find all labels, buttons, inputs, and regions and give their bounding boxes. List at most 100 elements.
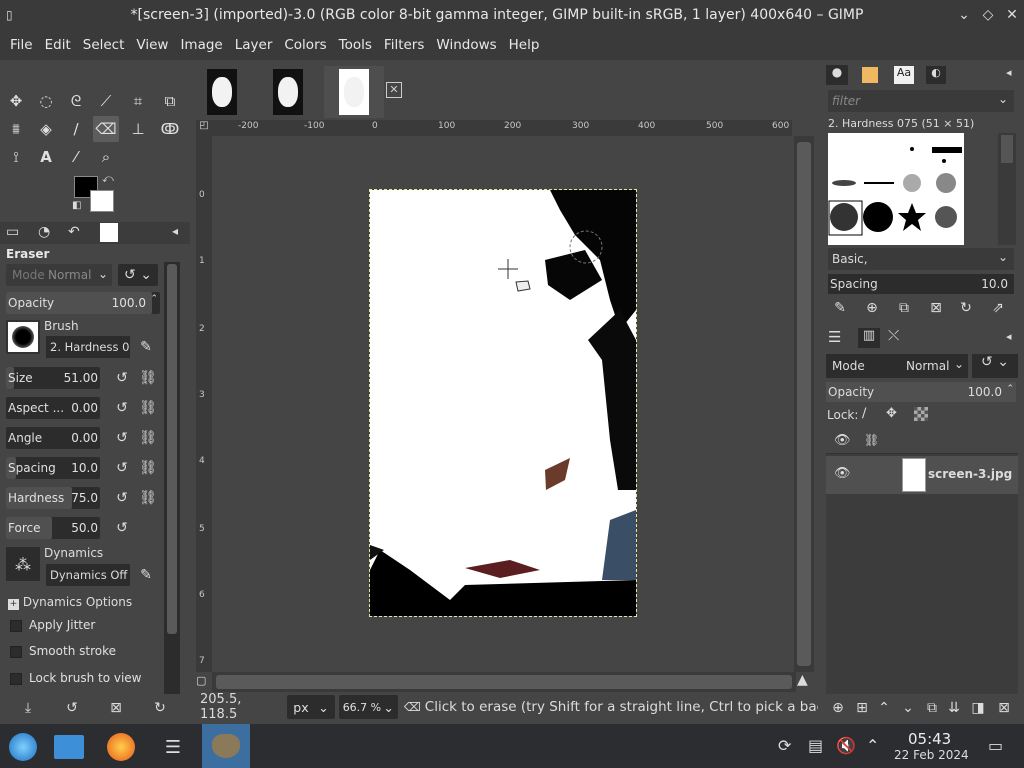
color-picker-icon[interactable]: ⁄ xyxy=(63,144,89,170)
new-layer-group-icon[interactable]: ⊞ xyxy=(850,696,874,720)
layer-mask-icon[interactable]: ◨ xyxy=(966,696,990,720)
ellipse-select-icon[interactable]: ◌ xyxy=(33,88,59,114)
brush-tag-dropdown[interactable]: Basic, ⌄ xyxy=(828,248,1014,270)
default-colors-icon[interactable]: ◧ xyxy=(72,200,81,211)
menu-colors[interactable]: Colors xyxy=(278,37,332,53)
spacing-slider[interactable]: Spacing 10.0 xyxy=(6,457,100,479)
size-reset-icon[interactable]: ↺ xyxy=(112,367,132,389)
lock-alpha-icon[interactable] xyxy=(914,407,928,421)
tool-options-scrollbar[interactable] xyxy=(164,262,180,694)
layers-list[interactable]: 👁 ⛓ 👁 screen-3.jpg xyxy=(826,430,1018,694)
smooth-stroke-checkbox[interactable] xyxy=(10,646,22,658)
menu-image[interactable]: Image xyxy=(174,37,228,53)
vertical-ruler[interactable]: 0 1 2 3 4 5 6 7 xyxy=(196,136,212,672)
angle-link-icon[interactable]: ⛓ xyxy=(138,427,158,449)
quick-mask-icon[interactable]: ▢ xyxy=(196,674,212,690)
menu-tools[interactable]: Tools xyxy=(333,37,378,53)
background-color-swatch[interactable] xyxy=(90,190,114,212)
vertical-scrollbar[interactable] xyxy=(794,136,814,672)
force-reset-icon[interactable]: ↺ xyxy=(112,517,132,539)
open-brush-icon[interactable]: ⇗ xyxy=(986,296,1010,320)
refresh-brushes-icon[interactable]: ↻ xyxy=(954,296,978,320)
dynamics-name-field[interactable]: Dynamics Off xyxy=(46,564,130,586)
brushes-tab-icon[interactable]: ● xyxy=(826,65,848,85)
swap-colors-icon[interactable]: ⤺ xyxy=(102,172,114,186)
file-manager-icon[interactable] xyxy=(50,728,88,766)
eraser-tool-icon[interactable]: ⌫ xyxy=(93,116,119,142)
show-desktop-icon[interactable]: ▭ xyxy=(988,736,1003,755)
save-options-icon[interactable]: ⤓ xyxy=(18,697,38,719)
paths-tab-icon[interactable]: ⤬ xyxy=(888,328,899,344)
navigate-icon[interactable]: ▲ xyxy=(797,672,815,690)
brush-grid-scrollbar[interactable] xyxy=(998,133,1016,245)
vertical-scrollbar-thumb[interactable] xyxy=(797,142,811,666)
hardness-slider[interactable]: Hardness 75.0 xyxy=(6,487,100,509)
channels-tab-icon[interactable]: ▥ xyxy=(858,328,880,348)
close-tab-icon[interactable]: ✕ xyxy=(386,82,402,98)
lower-layer-icon[interactable]: ⌄ xyxy=(896,696,920,720)
image-tab-1[interactable] xyxy=(192,66,252,118)
apply-jitter-checkbox[interactable] xyxy=(10,620,22,632)
maximize-button[interactable]: ◇ xyxy=(976,7,1000,23)
tool-options-tab-icon[interactable]: ▭ xyxy=(6,224,19,240)
start-menu-icon[interactable] xyxy=(4,728,42,766)
hardness-reset-icon[interactable]: ↺ xyxy=(112,487,132,509)
image-tab-3[interactable] xyxy=(324,66,384,118)
clipboard-icon[interactable]: ▤ xyxy=(808,736,823,755)
force-slider[interactable]: Force 50.0 xyxy=(6,517,100,539)
mode-reset-icon[interactable]: ↺ ⌄ xyxy=(118,264,158,286)
tray-expand-icon[interactable]: ⌃ xyxy=(866,736,879,755)
menu-help[interactable]: Help xyxy=(503,37,546,53)
undo-history-tab-icon[interactable]: ↶ xyxy=(68,224,80,240)
new-brush-icon[interactable]: ⊕ xyxy=(860,296,884,320)
fonts-tab-icon[interactable]: Aa xyxy=(894,66,914,84)
image-tab-2[interactable] xyxy=(258,66,318,118)
angle-slider[interactable]: Angle 0.00 xyxy=(6,427,100,449)
paintbrush-icon[interactable]: ∕ xyxy=(63,116,89,142)
horizontal-ruler[interactable]: -200 -100 0 100 200 300 400 500 600 xyxy=(212,120,792,136)
layer-mode-dropdown[interactable]: Mode Normal ⌄ xyxy=(826,354,968,378)
menu-windows[interactable]: Windows xyxy=(430,37,502,53)
volume-muted-icon[interactable]: 🔇 xyxy=(836,736,856,755)
smudge-tool-icon[interactable]: ↂ xyxy=(157,116,183,142)
duplicate-brush-icon[interactable]: ⧉ xyxy=(892,296,916,320)
close-button[interactable]: ✕ xyxy=(1000,7,1024,23)
canvas-area[interactable] xyxy=(212,136,794,672)
dock-menu-icon[interactable]: ◂ xyxy=(172,224,178,238)
clock-date[interactable]: 22 Feb 2024 xyxy=(894,748,969,762)
zoom-tool-icon[interactable]: ⌕ xyxy=(93,144,119,170)
size-link-icon[interactable]: ⛓ xyxy=(138,367,158,389)
settings-sliders-icon[interactable]: ☰ xyxy=(154,728,192,766)
dock-menu-icon[interactable]: ◂ xyxy=(1006,330,1012,343)
angle-reset-icon[interactable]: ↺ xyxy=(112,427,132,449)
unit-dropdown[interactable]: px ⌄ xyxy=(287,695,335,719)
crop-tool-icon[interactable]: ⌗ xyxy=(125,88,151,114)
aspect-link-icon[interactable]: ⛓ xyxy=(138,397,158,419)
lock-brush-checkbox[interactable] xyxy=(10,673,22,685)
layers-tab-icon[interactable]: ☰ xyxy=(828,328,841,346)
device-status-tab-icon[interactable]: ◔ xyxy=(38,224,50,240)
layer-opacity-slider[interactable]: Opacity 100.0 ⌃ xyxy=(826,382,1016,402)
horizontal-scrollbar-thumb[interactable] xyxy=(216,675,792,689)
duplicate-layer-icon[interactable]: ⧉ xyxy=(920,696,944,720)
minimize-button[interactable]: ⌄ xyxy=(952,7,976,23)
layer-visibility-icon[interactable]: 👁 xyxy=(834,466,851,481)
menu-view[interactable]: View xyxy=(130,37,174,53)
image-canvas[interactable] xyxy=(369,189,637,617)
fuzzy-select-icon[interactable]: ⟋ xyxy=(93,88,119,114)
delete-layer-icon[interactable]: ⊠ xyxy=(992,696,1016,720)
delete-options-icon[interactable]: ⊠ xyxy=(106,697,126,719)
anchor-layer-icon[interactable]: ⇊ xyxy=(942,696,966,720)
zoom-dropdown[interactable]: 66.7 % ⌄ xyxy=(338,695,398,719)
layer-row[interactable]: 👁 screen-3.jpg xyxy=(826,456,1018,494)
layer-mode-reset-icon[interactable]: ↺ ⌄ xyxy=(972,354,1018,378)
lock-pixels-icon[interactable]: ∕ xyxy=(862,406,866,421)
brush-grid[interactable] xyxy=(828,133,964,245)
patterns-tab-icon[interactable] xyxy=(862,67,878,83)
lock-position-icon[interactable]: ✥ xyxy=(886,406,897,421)
restore-options-icon[interactable]: ↺ xyxy=(62,697,82,719)
move-tool-icon[interactable]: ✥ xyxy=(3,88,29,114)
horizontal-scrollbar[interactable] xyxy=(212,672,796,692)
menu-layer[interactable]: Layer xyxy=(229,37,279,53)
new-layer-icon[interactable]: ⊕ xyxy=(826,696,850,720)
